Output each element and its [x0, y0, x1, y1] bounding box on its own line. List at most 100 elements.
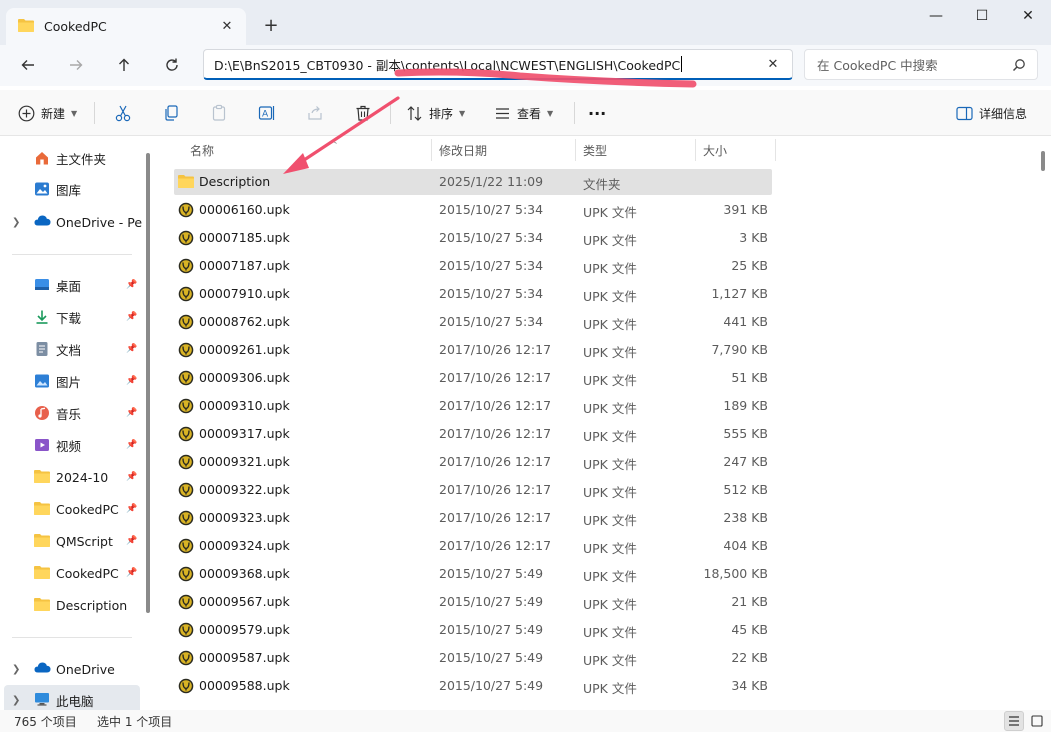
file-type: UPK 文件: [583, 261, 637, 276]
delete-button[interactable]: [350, 100, 376, 126]
new-label: 新建: [41, 106, 66, 121]
clipboard-icon: [212, 104, 226, 121]
cut-button[interactable]: [110, 100, 136, 126]
column-divider[interactable]: [775, 139, 776, 161]
back-button[interactable]: [13, 51, 43, 79]
table-row[interactable]: 00009567.upk 2015/10/27 5:49 UPK 文件 21 KB: [174, 589, 772, 615]
table-row[interactable]: 00009321.upk 2017/10/26 12:17 UPK 文件 247 KB: [174, 449, 772, 475]
table-row[interactable]: 00007910.upk 2015/10/27 5:34 UPK 文件 1,127 K…: [174, 281, 772, 307]
new-button[interactable]: 新建 ▼: [18, 98, 77, 128]
pin-icon[interactable]: 📌: [126, 280, 137, 290]
sidebar-item-music[interactable]: 音乐 📌: [0, 398, 145, 428]
up-button[interactable]: [109, 51, 139, 79]
sidebar-item-pictures[interactable]: 图片 📌: [0, 366, 145, 396]
minimize-button[interactable]: —: [913, 0, 959, 32]
table-row[interactable]: 00009306.upk 2017/10/26 12:17 UPK 文件 51 KB: [174, 365, 772, 391]
close-tab-icon[interactable]: ✕: [218, 17, 236, 35]
file-type: UPK 文件: [583, 373, 637, 388]
more-options-button[interactable]: ···: [588, 98, 606, 128]
sidebar-item-desktop[interactable]: 桌面 📌: [0, 270, 145, 300]
folder-icon: [34, 501, 50, 518]
table-row[interactable]: 00009317.upk 2017/10/26 12:17 UPK 文件 555 KB: [174, 421, 772, 447]
details-view-button[interactable]: [1004, 711, 1024, 731]
sidebar-item-qmscript[interactable]: QMScript 📌: [0, 526, 145, 556]
close-window-button[interactable]: ✕: [1005, 0, 1051, 32]
pin-icon[interactable]: 📌: [126, 536, 137, 546]
pin-icon[interactable]: 📌: [126, 312, 137, 322]
tab-cookedpc[interactable]: CookedPC ✕: [6, 8, 246, 45]
pin-icon[interactable]: 📌: [126, 472, 137, 482]
pin-icon[interactable]: 📌: [126, 376, 137, 386]
pin-icon[interactable]: 📌: [126, 504, 137, 514]
sidebar-item-this-pc[interactable]: ❯ 此电脑: [4, 685, 140, 710]
pin-icon[interactable]: 📌: [126, 408, 137, 418]
table-row[interactable]: 00009261.upk 2017/10/26 12:17 UPK 文件 7,790 …: [174, 337, 772, 363]
pin-icon[interactable]: 📌: [126, 568, 137, 578]
sidebar-item-onedrive[interactable]: ❯ OneDrive: [0, 654, 145, 684]
sidebar-item-2024-10[interactable]: 2024-10 📌: [0, 462, 145, 492]
sidebar-item-home[interactable]: 主文件夹: [0, 143, 145, 173]
upk-file-icon: [178, 258, 194, 277]
tiles-view-button[interactable]: [1027, 711, 1047, 731]
table-row[interactable]: 00007185.upk 2015/10/27 5:34 UPK 文件 3 KB: [174, 225, 772, 251]
text-caret: [681, 56, 683, 72]
file-date: 2017/10/26 12:17: [439, 538, 552, 553]
path-input[interactable]: D:\E\BnS2015_CBT0930 - 副本\contents\Local…: [203, 49, 793, 80]
column-header-size[interactable]: 大小: [695, 137, 775, 163]
table-row[interactable]: 00009323.upk 2017/10/26 12:17 UPK 文件 238 KB: [174, 505, 772, 531]
clear-path-icon[interactable]: ✕: [764, 55, 782, 73]
sort-button[interactable]: 排序 ▼: [406, 98, 465, 128]
divider: [12, 254, 132, 255]
forward-button[interactable]: [61, 51, 91, 79]
file-size: 7,790 KB: [711, 342, 768, 357]
sidebar-item-cookedpc[interactable]: CookedPC 📌: [0, 494, 145, 524]
sidebar-item-gallery[interactable]: 图库: [0, 174, 145, 204]
table-row[interactable]: 00009587.upk 2015/10/27 5:49 UPK 文件 22 KB: [174, 645, 772, 671]
rename-button[interactable]: A: [254, 100, 280, 126]
file-date: 2017/10/26 12:17: [439, 370, 552, 385]
new-tab-button[interactable]: +: [258, 12, 284, 38]
sidebar-item-description[interactable]: Description: [0, 590, 145, 620]
file-name: 00009324.upk: [199, 538, 290, 553]
file-name: 00008762.upk: [199, 314, 290, 329]
table-row[interactable]: 00009579.upk 2015/10/27 5:49 UPK 文件 45 KB: [174, 617, 772, 643]
file-list-scrollbar[interactable]: [1041, 151, 1045, 171]
chevron-right-icon[interactable]: ❯: [12, 664, 20, 675]
upk-file-icon: [178, 342, 194, 361]
table-row[interactable]: 00009310.upk 2017/10/26 12:17 UPK 文件 189 KB: [174, 393, 772, 419]
navigation-pane: 主文件夹 图库 ❯ OneDrive - Per 桌面 📌 下载 📌 文档 📌: [0, 137, 157, 710]
pin-icon[interactable]: 📌: [126, 440, 137, 450]
table-row[interactable]: 00009588.upk 2015/10/27 5:49 UPK 文件 34 KB: [174, 673, 772, 699]
table-row[interactable]: 00009368.upk 2015/10/27 5:49 UPK 文件 18,500 …: [174, 561, 772, 587]
table-row[interactable]: 00009324.upk 2017/10/26 12:17 UPK 文件 404 KB: [174, 533, 772, 559]
chevron-right-icon[interactable]: ❯: [12, 217, 20, 228]
sidebar-item-downloads[interactable]: 下载 📌: [0, 302, 145, 332]
share-button[interactable]: [302, 100, 328, 126]
paste-button[interactable]: [206, 100, 232, 126]
column-header-name[interactable]: 名称 ︿: [182, 137, 430, 163]
maximize-button[interactable]: ☐: [959, 0, 1005, 32]
column-header-date[interactable]: 修改日期: [431, 137, 575, 163]
copy-button[interactable]: [158, 100, 184, 126]
music-icon: [34, 405, 50, 424]
table-row[interactable]: 00008762.upk 2015/10/27 5:34 UPK 文件 441 KB: [174, 309, 772, 335]
chevron-right-icon[interactable]: ❯: [12, 695, 20, 706]
copy-icon: [165, 105, 178, 121]
table-row[interactable]: 00007187.upk 2015/10/27 5:34 UPK 文件 25 KB: [174, 253, 772, 279]
view-button[interactable]: 查看 ▼: [494, 98, 553, 128]
pin-icon[interactable]: 📌: [126, 344, 137, 354]
refresh-button[interactable]: [157, 51, 187, 79]
search-input[interactable]: 在 CookedPC 中搜索: [804, 49, 1038, 80]
table-row[interactable]: 00006160.upk 2015/10/27 5:34 UPK 文件 391 KB: [174, 197, 772, 223]
table-row[interactable]: Description 2025/1/22 11:09 文件夹: [174, 169, 772, 195]
column-header-type[interactable]: 类型: [575, 137, 695, 163]
sidebar-scrollbar[interactable]: [146, 153, 150, 613]
sidebar-item-documents[interactable]: 文档 📌: [0, 334, 145, 364]
sidebar-item-onedrive-personal[interactable]: ❯ OneDrive - Per: [0, 207, 145, 237]
sidebar-item-cookedpc-2[interactable]: CookedPC 📌: [0, 558, 145, 588]
file-date: 2017/10/26 12:17: [439, 398, 552, 413]
details-pane-button[interactable]: 详细信息: [956, 98, 1027, 128]
table-row[interactable]: 00009322.upk 2017/10/26 12:17 UPK 文件 512 KB: [174, 477, 772, 503]
file-date: 2025/1/22 11:09: [439, 174, 544, 189]
sidebar-item-videos[interactable]: 视频 📌: [0, 430, 145, 460]
